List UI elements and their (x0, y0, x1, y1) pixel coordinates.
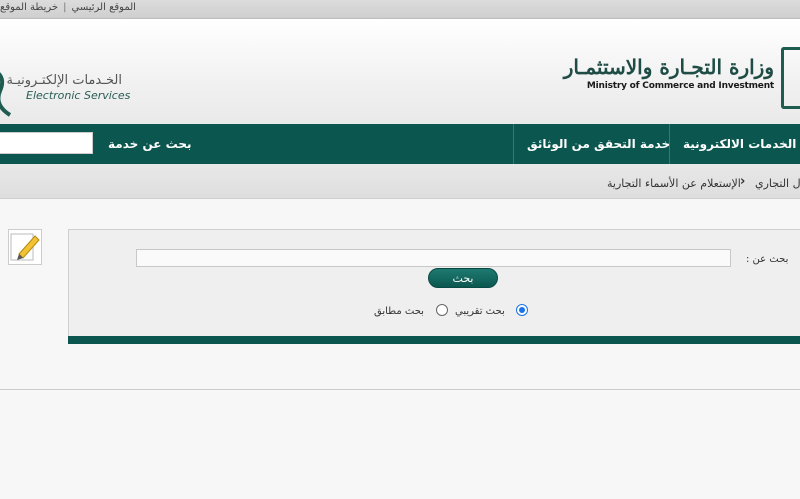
breadcrumb: ل التجاري › الإستعلام عن الأسماء التجاري… (0, 164, 800, 199)
ministry-name-en: Ministry of Commerce and Investment (586, 81, 774, 91)
eservices-title-en: Electronic Services (26, 89, 131, 102)
main-nav: الخدمات الالكترونية خدمة التحقق من الوثا… (0, 124, 800, 164)
ministry-name-ar: وزارة التجـارة والاستثمـار (563, 55, 774, 79)
nav-item-document-verification[interactable]: خدمة التحقق من الوثائق (527, 124, 670, 164)
approximate-search-radio[interactable] (516, 304, 528, 316)
search-label: بحث عن : (746, 254, 789, 265)
eservices-swirl-icon (0, 72, 12, 117)
approximate-search-label: بحث تقريبي (455, 306, 505, 317)
home-link[interactable]: الموقع الرئيسي (71, 2, 135, 13)
service-search-input[interactable] (0, 132, 93, 154)
search-button[interactable]: بحث (428, 268, 498, 288)
exact-search-label: بحث مطابق (374, 306, 424, 317)
ministry-emblem-icon (781, 47, 800, 109)
exact-search-radio[interactable] (436, 304, 448, 316)
top-bar: الموقع الرئيسي | خريطة الموقع (0, 0, 800, 19)
search-input[interactable] (136, 249, 731, 267)
eservices-title-ar: الخـدمات الإلكتـرونيـة (6, 73, 122, 88)
search-panel-footer (68, 336, 800, 344)
breadcrumb-current: الإستعلام عن الأسماء التجارية (607, 177, 741, 190)
breadcrumb-parent[interactable]: ل التجاري (755, 177, 800, 190)
ministry-logo[interactable]: وزارة التجـارة والاستثمـار Ministry of C… (564, 55, 774, 91)
edit-box (8, 229, 42, 265)
nav-item-eservices[interactable]: الخدمات الالكترونية (683, 124, 796, 164)
top-links-separator: | (63, 2, 67, 13)
content-divider (0, 389, 800, 390)
service-search-label: بحث عن خدمة (108, 137, 192, 151)
sitemap-link[interactable]: خريطة الموقع (0, 2, 58, 13)
nav-divider (513, 124, 514, 164)
pencil-icon (10, 233, 40, 261)
site-header: وزارة التجـارة والاستثمـار Ministry of C… (0, 19, 800, 125)
top-links: الموقع الرئيسي | خريطة الموقع (0, 2, 136, 13)
